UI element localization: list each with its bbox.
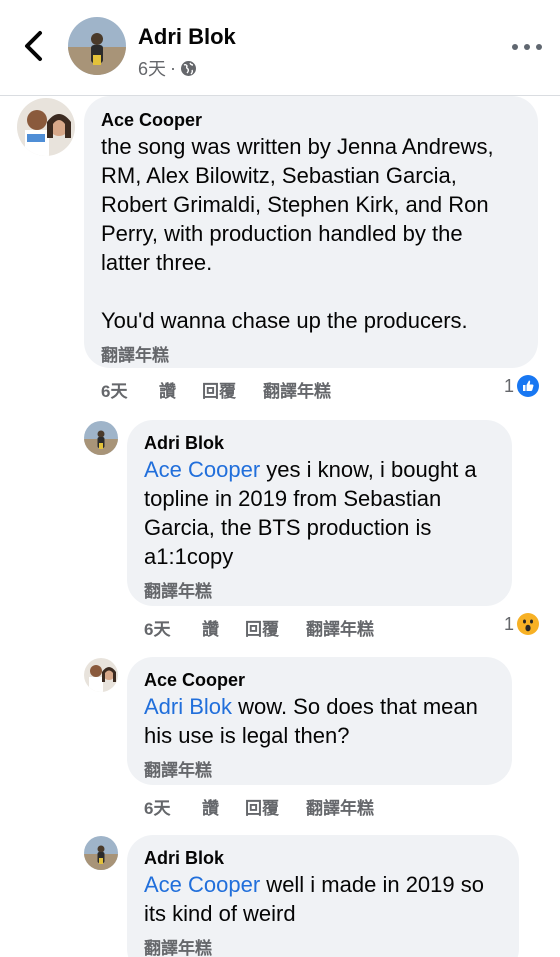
globe-icon xyxy=(181,60,197,76)
back-button[interactable] xyxy=(18,28,50,64)
comment-bubble: Adri Blok Ace Cooper yes i know, i bough… xyxy=(127,420,512,606)
avatar[interactable] xyxy=(84,658,118,692)
mention-link[interactable]: Ace Cooper xyxy=(144,872,260,897)
post-meta: 6天 · xyxy=(138,55,197,81)
comment-line: the song was written by Jenna Andrews, xyxy=(101,134,494,159)
dot-separator: · xyxy=(170,57,177,78)
post-time[interactable]: 6天 xyxy=(138,55,166,81)
comment-actions: 6天 讚 回覆 翻譯年糕 xyxy=(101,377,541,401)
comment-line: Perry, with production handled by the xyxy=(101,221,463,246)
comment-line: latter three. xyxy=(101,250,213,275)
comment-text: Adri Blok wow. So does that mean his use… xyxy=(144,692,514,750)
avatar[interactable] xyxy=(17,98,75,156)
reaction-summary[interactable]: 1 xyxy=(504,375,540,397)
see-translation-link[interactable]: 翻譯年糕 xyxy=(144,934,212,957)
comment-line: Garcia, the BTS production is xyxy=(144,515,432,540)
comment-bubble: Ace Cooper the song was written by Jenna… xyxy=(84,96,538,368)
comment-line: yes i know, i bought a xyxy=(260,457,477,482)
comment-text: Ace Cooper well i made in 2019 so its ki… xyxy=(144,870,514,928)
avatar[interactable] xyxy=(84,836,118,870)
reply-button[interactable]: 回覆 xyxy=(245,615,279,640)
comment-line: well i made in 2019 so xyxy=(260,872,484,897)
comment-bubble: Adri Blok Ace Cooper well i made in 2019… xyxy=(127,835,519,957)
translate-button[interactable]: 翻譯年糕 xyxy=(306,615,374,640)
comment-line: topline in 2019 from Sebastian xyxy=(144,486,442,511)
mention-link[interactable]: Adri Blok xyxy=(144,694,232,719)
comment-line: its kind of weird xyxy=(144,901,296,926)
comment-time[interactable]: 6天 xyxy=(144,794,170,819)
reaction-count: 1 xyxy=(504,613,515,634)
like-button[interactable]: 讚 xyxy=(202,794,219,819)
comment-text: Ace Cooper yes i know, i bought a toplin… xyxy=(144,455,514,571)
chevron-left-icon xyxy=(25,31,42,61)
comment-author[interactable]: Ace Cooper xyxy=(144,670,245,691)
translate-button[interactable]: 翻譯年糕 xyxy=(263,377,331,402)
comment-line: a1:1copy xyxy=(144,544,234,569)
reply-button[interactable]: 回覆 xyxy=(245,794,279,819)
like-button[interactable]: 讚 xyxy=(202,615,219,640)
like-icon xyxy=(517,375,540,397)
comment-time[interactable]: 6天 xyxy=(144,615,170,640)
post-author-name[interactable]: Adri Blok xyxy=(138,24,236,50)
comment-line: You'd wanna chase up the producers. xyxy=(101,308,468,333)
like-button[interactable]: 讚 xyxy=(159,377,176,402)
reply-button[interactable]: 回覆 xyxy=(202,377,236,402)
translate-button[interactable]: 翻譯年糕 xyxy=(306,794,374,819)
comment-text: the song was written by Jenna Andrews, R… xyxy=(101,132,533,335)
more-options-button[interactable] xyxy=(510,38,544,56)
reaction-count: 1 xyxy=(504,375,515,396)
comment-time[interactable]: 6天 xyxy=(101,377,127,402)
comment-actions: 6天 讚 回覆 翻譯年糕 xyxy=(144,615,544,639)
see-translation-link[interactable]: 翻譯年糕 xyxy=(101,341,169,366)
comment-author[interactable]: Adri Blok xyxy=(144,848,224,869)
see-translation-link[interactable]: 翻譯年糕 xyxy=(144,756,212,781)
comment-line: his use is legal then? xyxy=(144,723,350,748)
comment-actions: 6天 讚 回覆 翻譯年糕 xyxy=(144,794,544,818)
wow-icon xyxy=(517,613,540,635)
mention-link[interactable]: Ace Cooper xyxy=(144,457,260,482)
reaction-summary[interactable]: 1 xyxy=(504,613,540,635)
comment-bubble: Ace Cooper Adri Blok wow. So does that m… xyxy=(127,657,512,785)
ellipsis-icon xyxy=(512,44,542,50)
comment-line: Robert Grimaldi, Stephen Kirk, and Ron xyxy=(101,192,489,217)
post-header: Adri Blok 6天 · xyxy=(0,0,560,96)
comment-author[interactable]: Ace Cooper xyxy=(101,110,202,131)
comment-line: wow. So does that mean xyxy=(232,694,478,719)
avatar[interactable] xyxy=(84,421,118,455)
avatar[interactable] xyxy=(68,17,126,75)
comment-line: RM, Alex Bilowitz, Sebastian Garcia, xyxy=(101,163,457,188)
comment-author[interactable]: Adri Blok xyxy=(144,433,224,454)
see-translation-link[interactable]: 翻譯年糕 xyxy=(144,577,212,602)
